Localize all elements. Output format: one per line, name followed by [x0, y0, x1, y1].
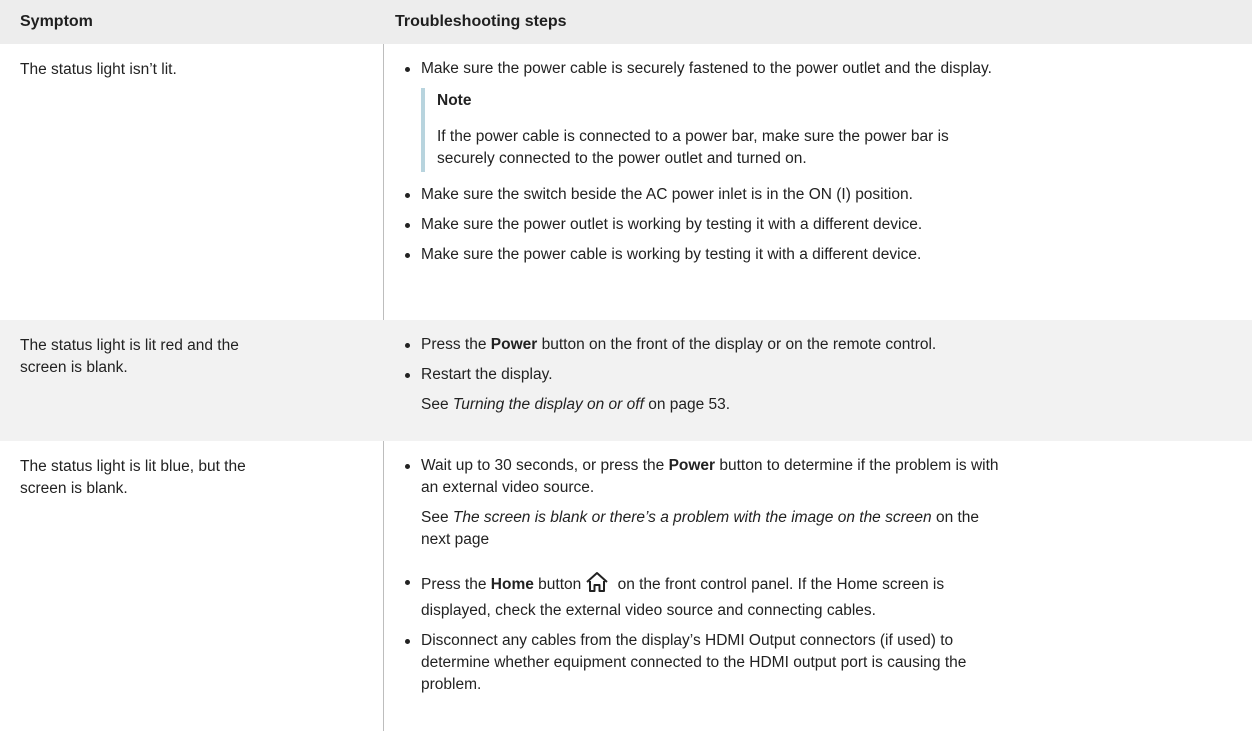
table-header-row: Symptom Troubleshooting steps — [0, 0, 1252, 44]
list-item: Press the Home button on the front contr… — [395, 571, 1242, 622]
see-also-reference: See Turning the display on or off on pag… — [421, 396, 731, 413]
cross-reference-link[interactable]: The screen is blank or there’s a problem… — [453, 509, 932, 526]
symptom-cell: The status light isn’t lit. — [20, 61, 177, 78]
steps-cell: Wait up to 30 seconds, or press the Powe… — [383, 441, 1252, 717]
note-title: Note — [437, 92, 472, 109]
header-troubleshooting-steps: Troubleshooting steps — [395, 13, 567, 30]
symptom-cell: The status light is lit blue, but the sc… — [20, 458, 246, 497]
cross-reference-link[interactable]: Turning the display on or off — [453, 396, 644, 413]
symptom-cell: The status light is lit red and the scre… — [20, 337, 239, 376]
see-also-reference: See The screen is blank or there’s a pro… — [421, 509, 980, 548]
troubleshooting-table: Symptom Troubleshooting steps The status… — [0, 0, 1252, 731]
table-row: The status light is lit blue, but the sc… — [0, 441, 1252, 717]
list-item: Make sure the switch beside the AC power… — [395, 184, 1242, 206]
steps-cell: Press the Power button on the front of t… — [383, 320, 1252, 441]
home-icon — [585, 571, 609, 600]
table-row: The status light is lit red and the scre… — [0, 320, 1252, 441]
list-item: Make sure the power cable is working by … — [395, 244, 1242, 266]
list-item: Restart the display. — [395, 364, 1242, 386]
header-symptom: Symptom — [20, 13, 93, 30]
list-item: Wait up to 30 seconds, or press the Powe… — [395, 455, 1242, 499]
list-item: Press the Power button on the front of t… — [395, 334, 1242, 356]
table-row: The status light isn’t lit. Make sure th… — [0, 44, 1252, 320]
list-item: Disconnect any cables from the display’s… — [395, 630, 1242, 696]
note-box: Note If the power cable is connected to … — [421, 88, 1242, 172]
steps-cell: Make sure the power cable is securely fa… — [383, 44, 1252, 320]
list-item: Make sure the power outlet is working by… — [395, 214, 1242, 236]
list-item: Make sure the power cable is securely fa… — [395, 58, 1242, 80]
